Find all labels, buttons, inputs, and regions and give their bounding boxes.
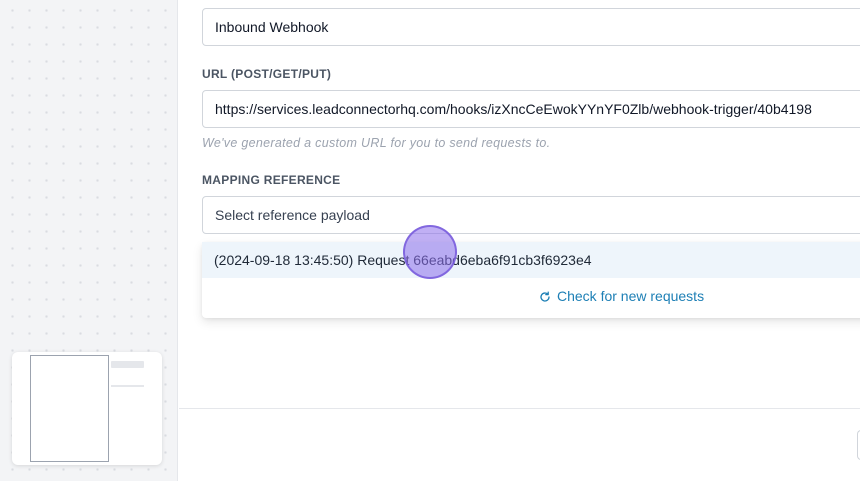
trigger-settings-panel: Inbound Webhook URL (POST/GET/PUT) https… — [179, 0, 860, 481]
url-label: URL (POST/GET/PUT) — [202, 67, 332, 81]
minimap-edge — [111, 385, 144, 387]
url-helper-text: We've generated a custom URL for you to … — [202, 136, 551, 150]
minimap-node — [111, 361, 144, 368]
refresh-icon — [539, 290, 551, 302]
webhook-url-value: https://services.leadconnectorhq.com/hoo… — [215, 101, 812, 117]
trigger-name-input[interactable]: Inbound Webhook — [202, 8, 860, 46]
minimap-viewport[interactable] — [30, 355, 109, 462]
reference-payload-select[interactable]: Select reference payload — [202, 196, 860, 234]
click-cursor-indicator — [403, 225, 457, 279]
dropdown-option-request[interactable]: (2024-09-18 13:45:50) Request 66eabd6eba… — [202, 242, 860, 278]
panel-footer-divider — [179, 408, 860, 409]
trigger-name-value: Inbound Webhook — [215, 19, 329, 35]
workflow-canvas[interactable] — [0, 0, 178, 481]
webhook-url-field[interactable]: https://services.leadconnectorhq.com/hoo… — [202, 90, 860, 128]
reference-payload-dropdown: (2024-09-18 13:45:50) Request 66eabd6eba… — [202, 242, 860, 318]
minimap[interactable] — [12, 352, 162, 465]
mapping-reference-label: MAPPING REFERENCE — [202, 173, 341, 187]
check-new-requests-label: Check for new requests — [557, 288, 705, 304]
check-new-requests-button[interactable]: Check for new requests — [539, 286, 704, 306]
reference-payload-placeholder: Select reference payload — [215, 207, 370, 223]
